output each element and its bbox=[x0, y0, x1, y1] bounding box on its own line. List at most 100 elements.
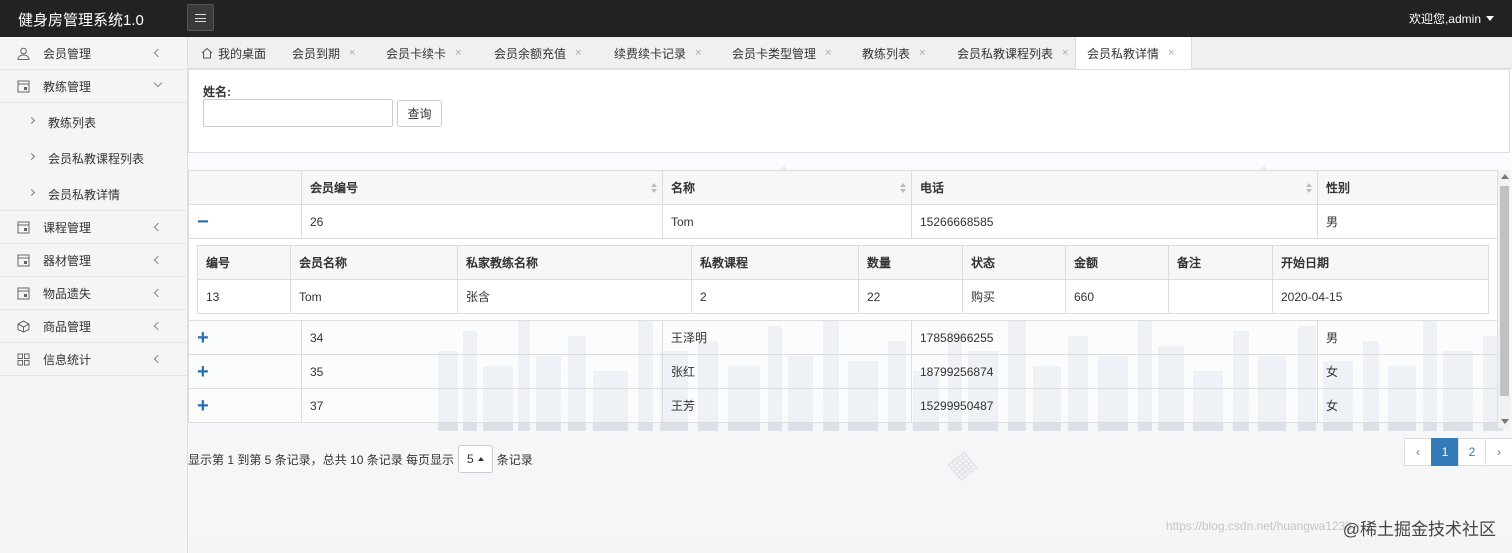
tab-label: 会员余额充值 bbox=[494, 46, 567, 61]
watermark-url: https://blog.csdn.net/huangwa1233 bbox=[1165, 519, 1352, 533]
sidebar-item-coaches[interactable]: 教练管理 bbox=[0, 70, 187, 103]
sidebar-item-label: 会员管理 bbox=[43, 46, 92, 61]
page-size-select[interactable]: 5 bbox=[458, 445, 493, 473]
pagination-suffix: 条记录 bbox=[496, 452, 533, 467]
expand-column-header bbox=[188, 170, 302, 205]
tab-card-renewal[interactable]: 会员卡续卡 × bbox=[373, 37, 481, 69]
caret-down-icon bbox=[1486, 16, 1494, 21]
tab-label: 会员私教详情 bbox=[1087, 46, 1160, 61]
sidebar: 会员管理 教练管理 教练列表 会员私教课程列表 会员私教详情 课程管理 器材管理… bbox=[0, 37, 188, 553]
tab-balance-recharge[interactable]: 会员余额充值 × bbox=[481, 37, 601, 69]
close-icon[interactable]: × bbox=[1062, 47, 1068, 59]
sort-icon[interactable] bbox=[651, 183, 657, 193]
sidebar-item-label: 器材管理 bbox=[43, 253, 92, 268]
menu-toggle-button[interactable] bbox=[187, 4, 214, 31]
document-icon bbox=[17, 254, 30, 267]
column-header-name[interactable]: 名称 bbox=[662, 170, 912, 205]
tab-my-desktop[interactable]: 我的桌面 bbox=[188, 37, 279, 69]
sidebar-item-courses[interactable]: 课程管理 bbox=[0, 211, 187, 244]
expand-icon[interactable]: + bbox=[197, 395, 209, 417]
sort-icon[interactable] bbox=[1306, 183, 1312, 193]
close-icon[interactable]: × bbox=[1168, 47, 1174, 59]
document-icon bbox=[17, 287, 30, 300]
private-course-detail-table: 编号 会员名称 私家教练名称 私教课程 数量 状态 金额 备注 开始日期 13 … bbox=[197, 245, 1489, 314]
sidebar-item-products[interactable]: 商品管理 bbox=[0, 310, 187, 343]
search-button[interactable]: 查询 bbox=[397, 100, 442, 127]
sidebar-item-label: 信息统计 bbox=[43, 352, 92, 367]
app-title: 健身房管理系统1.0 bbox=[18, 12, 144, 29]
scroll-down-icon[interactable] bbox=[1501, 419, 1509, 424]
user-greeting: 欢迎您,admin bbox=[1408, 12, 1481, 26]
tab-bar: 我的桌面 会员到期 × 会员卡续卡 × 会员余额充值 × 续费续卡记录 × 会员卡类型管… bbox=[188, 37, 1512, 69]
tab-private-details[interactable]: 会员私教详情 × bbox=[1075, 37, 1192, 69]
page-button-1[interactable]: 1 bbox=[1431, 438, 1459, 466]
table-scrollbar[interactable] bbox=[1497, 170, 1510, 428]
pagination: ‹ 1 2 › bbox=[1404, 438, 1512, 466]
home-icon bbox=[201, 47, 213, 59]
tab-label: 会员卡续卡 bbox=[386, 46, 447, 61]
tab-card-type-management[interactable]: 会员卡类型管理 × bbox=[719, 37, 849, 69]
box-icon bbox=[17, 320, 30, 333]
close-icon[interactable]: × bbox=[349, 47, 355, 59]
close-icon[interactable]: × bbox=[919, 47, 925, 59]
chevron-left-icon bbox=[153, 288, 163, 298]
sidebar-subitem-coach-list[interactable]: 教练列表 bbox=[0, 103, 187, 139]
next-page-button[interactable]: › bbox=[1485, 438, 1512, 466]
scroll-up-icon[interactable] bbox=[1501, 174, 1509, 179]
tab-coach-list[interactable]: 教练列表 × bbox=[849, 37, 944, 69]
tab-label: 会员卡类型管理 bbox=[732, 46, 817, 61]
chevron-left-icon bbox=[153, 354, 163, 364]
sidebar-item-lost-items[interactable]: 物品遗失 bbox=[0, 277, 187, 310]
tab-renewal-records[interactable]: 续费续卡记录 × bbox=[601, 37, 719, 69]
chevron-left-icon bbox=[153, 48, 163, 58]
close-icon[interactable]: × bbox=[575, 47, 581, 59]
pagination-summary: 显示第 1 到第 5 条记录，总共 10 条记录 每页显示 bbox=[188, 452, 455, 467]
tab-member-expiry[interactable]: 会员到期 × bbox=[279, 37, 373, 69]
user-menu[interactable]: 欢迎您,admin bbox=[1409, 10, 1494, 27]
column-header-member-id[interactable]: 会员编号 bbox=[301, 170, 663, 205]
sidebar-subitem-label: 教练列表 bbox=[48, 116, 97, 130]
chevron-right-icon bbox=[27, 152, 36, 161]
close-icon[interactable]: × bbox=[695, 47, 701, 59]
table-row: + 35 张红 18799256874 女 bbox=[188, 354, 1498, 389]
collapse-icon[interactable]: − bbox=[197, 211, 209, 233]
sidebar-item-label: 教练管理 bbox=[43, 79, 92, 94]
column-header-phone[interactable]: 电话 bbox=[911, 170, 1318, 205]
sidebar-subitem-private-course-list[interactable]: 会员私教课程列表 bbox=[0, 139, 187, 175]
prev-page-button[interactable]: ‹ bbox=[1404, 438, 1432, 466]
top-bar: 健身房管理系统1.0 欢迎您,admin bbox=[0, 0, 1512, 37]
tab-label: 续费续卡记录 bbox=[614, 46, 687, 61]
column-header-gender[interactable]: 性别 bbox=[1317, 170, 1498, 205]
detail-row: 编号 会员名称 私家教练名称 私教课程 数量 状态 金额 备注 开始日期 13 … bbox=[188, 238, 1498, 321]
sidebar-subitem-private-details[interactable]: 会员私教详情 bbox=[0, 175, 187, 211]
caret-up-icon bbox=[477, 457, 484, 461]
close-icon[interactable]: × bbox=[825, 47, 831, 59]
chevron-left-icon bbox=[153, 255, 163, 265]
tab-private-course-list[interactable]: 会员私教课程列表 × bbox=[944, 37, 1075, 69]
document-icon bbox=[17, 80, 30, 93]
chevron-left-icon bbox=[153, 222, 163, 232]
table-row: − 26 Tom 15266668585 男 bbox=[188, 204, 1498, 239]
sidebar-item-members[interactable]: 会员管理 bbox=[0, 37, 187, 70]
sidebar-item-label: 物品遗失 bbox=[43, 286, 92, 301]
tab-label: 我的桌面 bbox=[218, 46, 267, 61]
table-row: + 37 王芳 15299950487 女 bbox=[188, 388, 1498, 423]
close-icon[interactable]: × bbox=[455, 47, 461, 59]
sidebar-item-label: 课程管理 bbox=[43, 220, 92, 235]
expand-icon[interactable]: + bbox=[197, 361, 209, 383]
name-search-input[interactable] bbox=[203, 99, 393, 127]
user-icon bbox=[17, 47, 30, 60]
scrollbar-thumb[interactable] bbox=[1500, 186, 1509, 396]
chevron-down-icon bbox=[153, 78, 163, 88]
document-icon bbox=[17, 221, 30, 234]
sort-icon[interactable] bbox=[900, 183, 906, 193]
tab-label: 会员到期 bbox=[292, 46, 341, 61]
sidebar-item-equipment[interactable]: 器材管理 bbox=[0, 244, 187, 277]
sidebar-item-statistics[interactable]: 信息统计 bbox=[0, 343, 187, 376]
chevron-left-icon bbox=[153, 321, 163, 331]
expand-icon[interactable]: + bbox=[197, 327, 209, 349]
watermark-brand: @稀土掘金技术社区 bbox=[1342, 520, 1496, 539]
pagination-info: 显示第 1 到第 5 条记录，总共 10 条记录 每页显示 5 条记录 bbox=[188, 445, 533, 473]
page-button-2[interactable]: 2 bbox=[1458, 438, 1486, 466]
hamburger-icon bbox=[195, 13, 206, 22]
